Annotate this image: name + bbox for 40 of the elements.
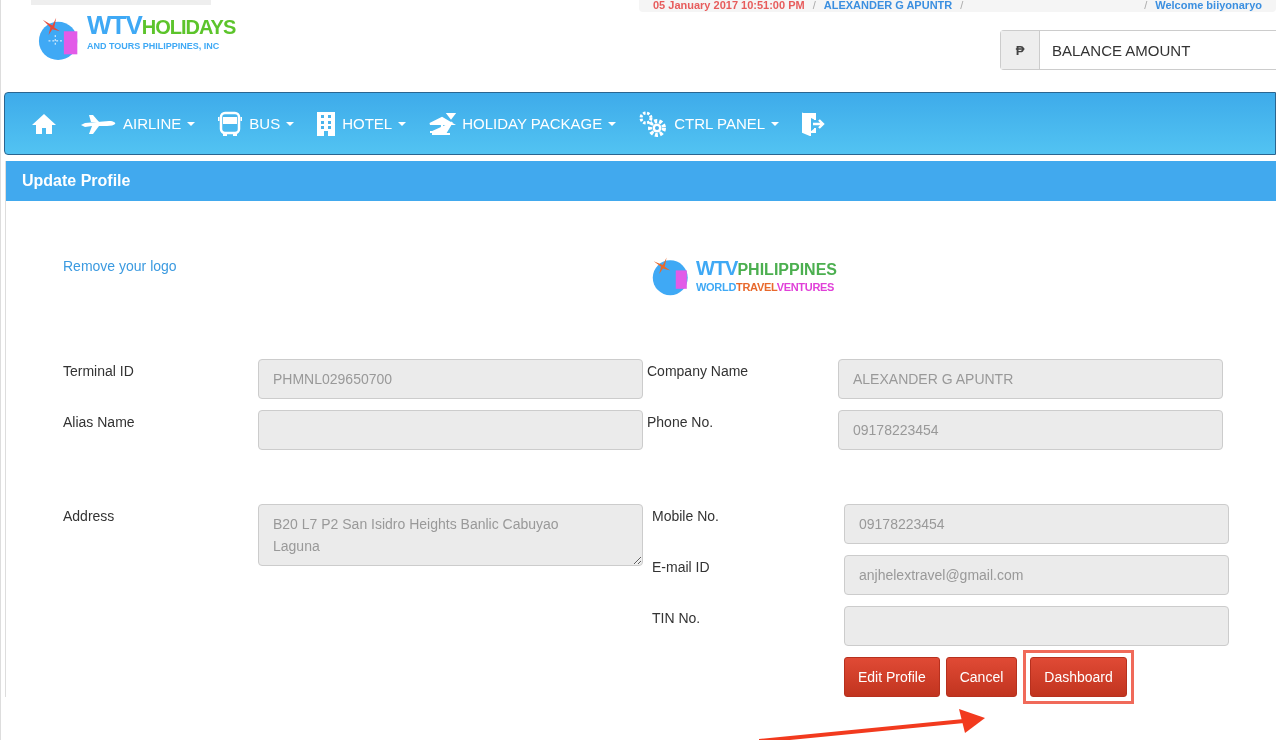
field-label: Company Name (646, 362, 750, 381)
field-label: TIN No. (652, 609, 702, 628)
action-button[interactable]: Cancel (945, 657, 1018, 697)
field-label: Address (63, 507, 116, 526)
logout-icon (801, 111, 826, 136)
action-button[interactable]: Edit Profile (844, 657, 940, 697)
balance-amount: BALANCE AMOUNT (1051, 40, 1191, 61)
nav-icon-button[interactable] (801, 111, 826, 136)
currency-addon: ₱ (1001, 31, 1040, 69)
field-label: Alias Name (63, 413, 136, 432)
nav-menu-item[interactable]: AIRLINE (79, 112, 196, 135)
field-label: Phone No. (646, 413, 715, 432)
brand-logo-subtitle: AND TOURS PHILIPPINES, INC (87, 41, 221, 51)
building-icon (316, 110, 337, 137)
action-button[interactable]: Dashboard (1030, 657, 1127, 697)
field-label: E-mail ID (652, 558, 711, 577)
breadcrumb-link[interactable]: ALEXANDER G APUNTR (823, 0, 953, 12)
nav-menu-item[interactable]: HOLIDAY PACKAGE (428, 111, 617, 136)
date-time: 05 January 2017 10:51:00 PM (653, 0, 805, 12)
airplane-icon (79, 112, 117, 135)
nav-menu-item[interactable]: HOTEL (316, 110, 407, 137)
beach-chair-icon (428, 111, 457, 136)
welcome-link[interactable]: Welcome biiyonaryo (1155, 0, 1262, 12)
field-label: Terminal ID (63, 362, 135, 381)
field-label: Mobile No. (652, 507, 720, 526)
nav-menu-item[interactable]: BUS (217, 110, 295, 137)
balance-field[interactable]: ₱ BALANCE AMOUNT (1000, 30, 1276, 70)
company-logo-subtitle: WORLDTRAVELVENTURES (696, 280, 836, 294)
company-logo-text: WTVPHILIPPINES (696, 256, 837, 281)
breadcrumb-separator: / (812, 0, 816, 12)
nav-menu-item[interactable]: CTRL PANEL (638, 109, 780, 138)
breadcrumb-separator: / (960, 0, 964, 12)
brand-logo-text: WTVHOLIDAYS (87, 11, 236, 41)
panel-title: Update Profile (22, 172, 131, 190)
bus-icon (217, 110, 244, 137)
home-icon (31, 112, 57, 135)
remove-logo-link[interactable]: Remove your logo (63, 258, 650, 274)
breadcrumb-separator: / (1144, 0, 1148, 12)
gears-icon (638, 109, 669, 138)
nav-icon-button[interactable] (31, 112, 57, 135)
